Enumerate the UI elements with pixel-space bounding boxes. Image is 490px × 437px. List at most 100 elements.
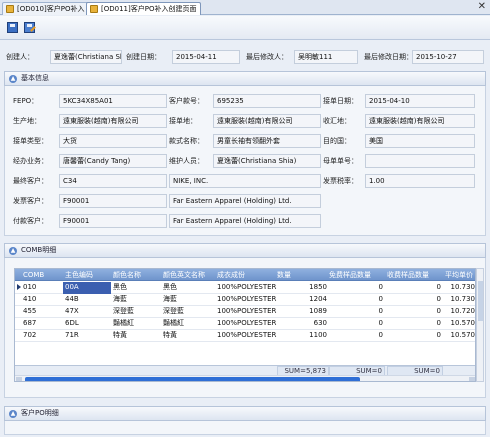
cell-quantity[interactable]: 1204 <box>277 294 329 306</box>
cell-color-name[interactable]: 海藍 <box>111 294 161 306</box>
destination-field[interactable]: 美国 <box>365 134 475 148</box>
cell-color-code[interactable]: 00A <box>63 282 111 294</box>
cell-color-code[interactable]: 44B <box>63 294 111 306</box>
col-quantity[interactable]: 数量 <box>277 269 329 281</box>
style-name-field[interactable]: 男童长袖有领翻外套 <box>213 134 321 148</box>
table-row[interactable]: 702 71R 特黃 特黃 100%POLYESTER 1100 0 0 10.… <box>15 330 476 342</box>
maintainer-field[interactable]: 夏逸蕾(Christiana Shia) <box>213 154 321 168</box>
cell-paid-sample[interactable]: 0 <box>387 294 443 306</box>
order-date-field[interactable]: 2015-04-10 <box>365 94 475 108</box>
vertical-scrollbar[interactable] <box>476 268 484 382</box>
tab-po-create[interactable]: [OD011]客户PO补入创建页面 <box>86 2 202 15</box>
horizontal-scrollbar[interactable] <box>15 375 475 381</box>
close-icon[interactable]: ✕ <box>478 1 486 12</box>
cell-quantity[interactable]: 1850 <box>277 282 329 294</box>
collapse-icon[interactable]: ▲ <box>9 247 17 255</box>
cell-paid-sample[interactable]: 0 <box>387 318 443 330</box>
cell-paid-sample[interactable]: 0 <box>387 282 443 294</box>
grid-header: COMB 主色编码 颜色名称 颜色英文名称 成衣成份 数量 免费样品数量 收费样… <box>15 269 475 281</box>
cell-quantity[interactable]: 1100 <box>277 330 329 342</box>
cell-color-en-name[interactable]: 深登藍 <box>161 306 215 318</box>
tab-label: [OD010]客户PO补入 <box>17 5 85 13</box>
cell-avg-price[interactable]: 10.570 <box>445 318 476 330</box>
customer-po-header[interactable]: ▲ 客户PO明细 <box>4 406 486 421</box>
scroll-right-icon[interactable] <box>469 377 475 381</box>
col-free-sample[interactable]: 免费样品数量 <box>329 269 385 281</box>
cell-comb[interactable]: 702 <box>21 330 63 342</box>
tax-rate-field[interactable]: 1.00 <box>365 174 475 188</box>
cell-color-name[interactable]: 特黃 <box>111 330 161 342</box>
col-comb[interactable]: COMB <box>23 269 63 281</box>
col-color-code[interactable]: 主色编码 <box>65 269 111 281</box>
cell-comb[interactable]: 687 <box>21 318 63 330</box>
scroll-thumb[interactable] <box>25 377 360 381</box>
fepo-field[interactable]: 5KC34X85A01 <box>59 94 167 108</box>
cell-avg-price[interactable]: 10.720 <box>445 306 476 318</box>
final-customer-name-field[interactable]: NIKE, INC. <box>169 174 321 188</box>
cell-free-sample[interactable]: 0 <box>329 294 385 306</box>
cell-composition[interactable]: 100%POLYESTER <box>215 306 277 318</box>
receive-place-field[interactable]: 遠東服裝(越南)有限公司 <box>365 114 475 128</box>
save-edit-button[interactable] <box>21 19 37 35</box>
col-composition[interactable]: 成衣成份 <box>217 269 273 281</box>
order-type-field[interactable]: 大货 <box>59 134 167 148</box>
cell-color-en-name[interactable]: 特黃 <box>161 330 215 342</box>
cell-paid-sample[interactable]: 0 <box>387 306 443 318</box>
basic-info-header[interactable]: ▲ 基本信息 <box>4 71 486 86</box>
cell-color-name[interactable]: 豔橘紅 <box>111 318 161 330</box>
cell-composition[interactable]: 100%POLYESTER <box>215 282 277 294</box>
cell-color-en-name[interactable]: 海藍 <box>161 294 215 306</box>
cell-color-en-name[interactable]: 豔橘紅 <box>161 318 215 330</box>
cell-color-name[interactable]: 深登藍 <box>111 306 161 318</box>
table-row[interactable]: 687 6DL 豔橘紅 豔橘紅 100%POLYESTER 630 0 0 10… <box>15 318 476 330</box>
cell-paid-sample[interactable]: 0 <box>387 330 443 342</box>
cell-avg-price[interactable]: 10.730 <box>445 282 476 294</box>
cell-comb[interactable]: 010 <box>21 282 63 294</box>
cell-color-code[interactable]: 6DL <box>63 318 111 330</box>
comb-detail-header[interactable]: ▲ COMB明细 <box>4 243 486 258</box>
cell-comb[interactable]: 455 <box>21 306 63 318</box>
cell-free-sample[interactable]: 0 <box>329 306 385 318</box>
cell-composition[interactable]: 100%POLYESTER <box>215 330 277 342</box>
customer-style-field[interactable]: 695235 <box>213 94 321 108</box>
final-customer-code-field[interactable]: C34 <box>59 174 167 188</box>
cell-quantity[interactable]: 630 <box>277 318 329 330</box>
sales-field[interactable]: 唐馨蕾(Candy Tang) <box>59 154 167 168</box>
cell-avg-price[interactable]: 10.570 <box>445 330 476 342</box>
cell-color-code[interactable]: 71R <box>63 330 111 342</box>
col-color-en-name[interactable]: 颜色英文名称 <box>163 269 215 281</box>
order-place-label: 接单地： <box>169 117 197 125</box>
table-row[interactable]: 455 47X 深登藍 深登藍 100%POLYESTER 1089 0 0 1… <box>15 306 476 318</box>
col-avg-price[interactable]: 平均单价 <box>445 269 475 281</box>
invoice-customer-name-field[interactable]: Far Eastern Apparel (Holding) Ltd. <box>169 194 321 208</box>
cell-color-code[interactable]: 47X <box>63 306 111 318</box>
cell-free-sample[interactable]: 0 <box>329 318 385 330</box>
cell-composition[interactable]: 100%POLYESTER <box>215 318 277 330</box>
cell-free-sample[interactable]: 0 <box>329 282 385 294</box>
cell-avg-price[interactable]: 10.730 <box>445 294 476 306</box>
scroll-thumb[interactable] <box>478 281 483 321</box>
scroll-left-icon[interactable] <box>16 377 22 381</box>
save-button[interactable] <box>4 19 20 35</box>
cell-composition[interactable]: 100%POLYESTER <box>215 294 277 306</box>
collapse-icon[interactable]: ▲ <box>9 75 17 83</box>
order-place-field[interactable]: 遠東服裝(越南)有限公司 <box>213 114 321 128</box>
cell-quantity[interactable]: 1089 <box>277 306 329 318</box>
parent-order-field[interactable] <box>365 154 475 168</box>
production-place-field[interactable]: 遠東服裝(越南)有限公司 <box>59 114 167 128</box>
cell-color-name[interactable]: 黑色 <box>111 282 161 294</box>
invoice-customer-code-field[interactable]: F90001 <box>59 194 167 208</box>
tab-po-supplement[interactable]: [OD010]客户PO补入 <box>2 2 90 15</box>
pay-customer-name-field[interactable]: Far Eastern Apparel (Holding) Ltd. <box>169 214 321 228</box>
pay-customer-code-field[interactable]: F90001 <box>59 214 167 228</box>
col-paid-sample[interactable]: 收费样品数量 <box>387 269 443 281</box>
document-icon <box>6 5 14 13</box>
col-color-name[interactable]: 颜色名称 <box>113 269 163 281</box>
pay-customer-label: 付款客户： <box>13 217 48 225</box>
cell-color-en-name[interactable]: 黑色 <box>161 282 215 294</box>
collapse-icon[interactable]: ▲ <box>9 410 17 418</box>
cell-free-sample[interactable]: 0 <box>329 330 385 342</box>
table-row[interactable]: 010 00A 黑色 黑色 100%POLYESTER 1850 0 0 10.… <box>15 282 476 294</box>
table-row[interactable]: 410 44B 海藍 海藍 100%POLYESTER 1204 0 0 10.… <box>15 294 476 306</box>
cell-comb[interactable]: 410 <box>21 294 63 306</box>
